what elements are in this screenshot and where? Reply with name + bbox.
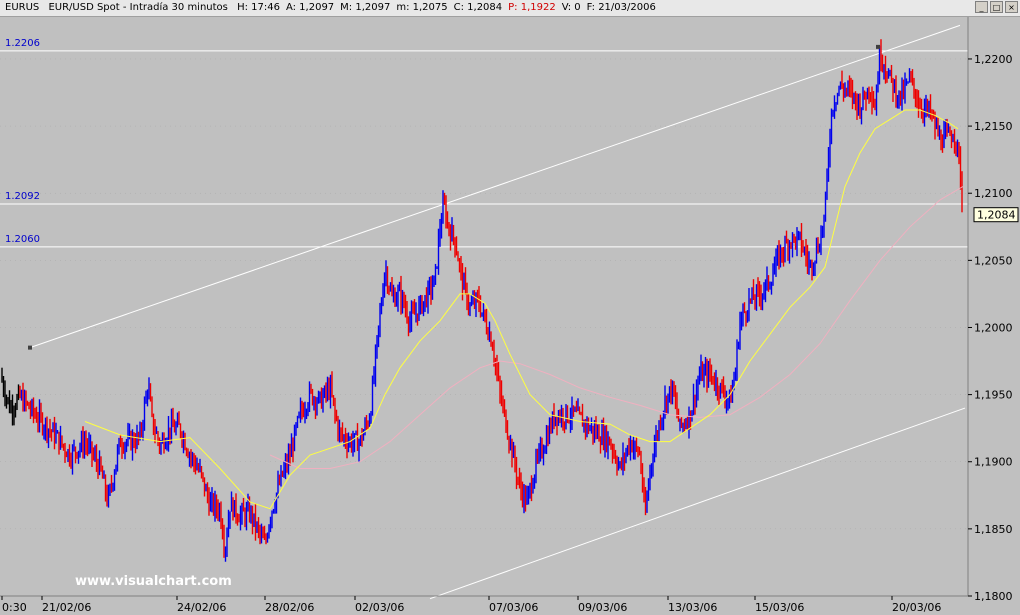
horizontal-line-label: 1.2092 [5,191,40,202]
stat-7: F: 21/03/2006 [586,2,656,13]
horizontal-line-label: 1.2206 [5,38,40,49]
stat-3: m: 1,2075 [396,2,448,13]
stat-1: A: 1,2097 [285,2,335,13]
y-tick-label: 1,2100 [974,187,1013,200]
stat-4: C: 1,2084 [453,2,503,13]
price-chart: 1.22061.20921.2060 1,18001,18501,19001,1… [0,16,1019,614]
maximize-button[interactable]: □ [990,1,1003,13]
watermark: www.visualchart.com [75,574,232,589]
marker-points [876,44,880,49]
instrument-name: EUR/USD Spot - Intradía 30 minutos [48,2,228,13]
x-tick-label: 21/02/06 [42,601,91,614]
y-tick-label: 1,1850 [974,523,1013,536]
y-tick-label: 1,2050 [974,254,1013,267]
last-price-tag: 1,2084 [973,207,1019,223]
y-tick-label: 1,2200 [974,53,1013,66]
stat-2: M: 1,2097 [340,2,391,13]
close-button[interactable]: × [1005,1,1018,13]
stat-5: P: 1,1922 [508,2,556,13]
x-tick-label: 09/03/06 [578,601,627,614]
x-tick-label: 20/03/06 [892,601,941,614]
symbol: EURUS [5,2,40,13]
horizontal-line-label: 1.2060 [5,234,40,245]
x-tick-label: 15/03/06 [755,601,804,614]
last-price-label: 1,2084 [977,209,1016,222]
stat-0: H: 17:46 [237,2,280,13]
window-controls: _ □ × [975,1,1018,13]
x-tick-label: 02/03/06 [355,601,404,614]
y-tick-label: 1,1900 [974,456,1013,469]
chart-window: 1.2206 1.2092 1.2060 1,1800 1,1850 1,1900 1,1… [0,0,1020,615]
y-tick-label: 1,2000 [974,321,1013,334]
y-tick-label: 1,1950 [974,389,1013,402]
y-axis: 1,1800 1,1850 1,1900 1,1950 1,2000 1,2050 1,21… [968,53,1013,603]
title-bar: EURUS EUR/USD Spot - Intradía 30 minutos… [0,0,1020,17]
x-tick-label: 13/03/06 [668,601,717,614]
stat-6: V: 0 [561,2,581,13]
minimize-button[interactable]: _ [975,1,988,13]
title-stats: H: 17:46 A: 1,2097 M: 1,2097 m: 1,2075 C: 1,… [237,2,662,13]
y-tick-label: 1,2150 [974,120,1013,133]
x-axis: 0:30 21/02/06 24/02/06 28/02/06 02/03/06 07/0… [1,596,941,614]
marker-point [876,44,880,49]
trend-line-anchor [28,345,32,350]
y-tick-label: 1,1800 [974,590,1013,603]
x-tick-label: 07/03/06 [489,601,538,614]
x-tick-label: 0:30 [2,601,27,614]
x-tick-label: 28/02/06 [265,601,314,614]
x-tick-label: 24/02/06 [177,601,226,614]
